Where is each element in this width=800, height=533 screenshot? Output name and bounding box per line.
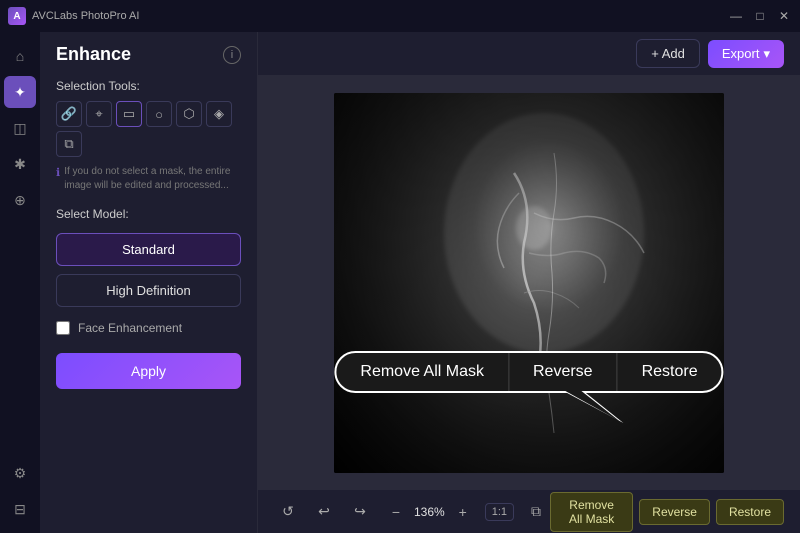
sidebar-item-sliders[interactable]: ⊟ <box>4 493 36 525</box>
selection-tools-label: Selection Tools: <box>40 73 257 97</box>
titlebar: A AVCLabs PhotoPro AI — □ ✕ <box>0 0 800 32</box>
callout-bubble: Remove All Mask Reverse Restore <box>334 351 723 393</box>
bottom-right-actions: Remove All Mask Reverse Restore <box>550 492 784 532</box>
callout-remove-all-mask[interactable]: Remove All Mask <box>336 353 509 391</box>
panel-header: Enhance i <box>40 32 257 73</box>
apply-button[interactable]: Apply <box>56 353 241 389</box>
callout-pointer <box>564 391 644 426</box>
fit-screen-icon[interactable]: ⧉ <box>522 498 550 526</box>
canvas-area: Remove All Mask Reverse Restore <box>258 76 800 489</box>
model-label: Select Model: <box>40 201 257 229</box>
image-container: Remove All Mask Reverse Restore <box>334 93 724 473</box>
export-button[interactable]: Export ▾ <box>708 40 784 68</box>
tools-row: 🔗 ⌖ ▭ ○ ⬡ ◈ ⧉ <box>40 97 257 161</box>
callout-overlay: Remove All Mask Reverse Restore <box>334 351 723 393</box>
rotate-icon[interactable]: ↺ <box>274 498 302 526</box>
eraser-tool-btn[interactable]: ◈ <box>206 101 232 127</box>
bottom-remove-all-mask-btn[interactable]: Remove All Mask <box>550 492 633 532</box>
app-title: AVCLabs PhotoPro AI <box>32 10 139 22</box>
one-to-one-btn[interactable]: 1:1 <box>485 503 514 521</box>
hex-tool-btn[interactable]: ⬡ <box>176 101 202 127</box>
zoom-value: 136% <box>414 505 445 519</box>
hint-text-container: ℹ If you do not select a mask, the entir… <box>40 161 257 201</box>
sidebar-item-layers[interactable]: ◫ <box>4 112 36 144</box>
sidebar-item-home[interactable]: ⌂ <box>4 40 36 72</box>
image-inner <box>334 93 724 473</box>
high-definition-model-btn[interactable]: High Definition <box>56 274 241 307</box>
sidebar-item-enhance[interactable]: ✦ <box>4 76 36 108</box>
callout-restore[interactable]: Restore <box>618 353 722 391</box>
sidebar-item-settings[interactable]: ⚙ <box>4 457 36 489</box>
circle-tool-btn[interactable]: ○ <box>146 101 172 127</box>
sidebar-item-star[interactable]: ✱ <box>4 148 36 180</box>
standard-model-btn[interactable]: Standard <box>56 233 241 266</box>
left-panel: Enhance i Selection Tools: 🔗 ⌖ ▭ ○ ⬡ ◈ ⧉… <box>40 32 258 533</box>
lasso-tool-btn[interactable]: ⌖ <box>86 101 112 127</box>
maximize-btn[interactable]: □ <box>752 8 768 24</box>
zoom-out-icon[interactable]: − <box>382 498 410 526</box>
minimize-btn[interactable]: — <box>728 8 744 24</box>
app-logo: A <box>8 7 26 25</box>
link-tool-btn[interactable]: 🔗 <box>56 101 82 127</box>
add-button[interactable]: + Add <box>636 39 700 68</box>
top-toolbar: + Add Export ▾ <box>258 32 800 76</box>
hint-text: If you do not select a mask, the entire … <box>64 165 241 193</box>
bottom-left-tools: ↺ ↩ ↪ − 136% + 1:1 ⧉ <box>274 498 550 526</box>
face-enhancement-row: Face Enhancement <box>40 311 257 345</box>
titlebar-controls: — □ ✕ <box>728 8 792 24</box>
bottom-toolbar: ↺ ↩ ↪ − 136% + 1:1 ⧉ Remove All Mask Rev… <box>258 489 800 533</box>
undo-icon[interactable]: ↩ <box>310 498 338 526</box>
face-enhancement-checkbox[interactable] <box>56 321 70 335</box>
rect-tool-btn[interactable]: ▭ <box>116 101 142 127</box>
panel-title: Enhance <box>56 44 131 65</box>
vessel-overlay <box>334 93 724 473</box>
content-area: + Add Export ▾ <box>258 32 800 533</box>
wand-tool-btn[interactable]: ⧉ <box>56 131 82 157</box>
redo-icon[interactable]: ↪ <box>346 498 374 526</box>
hint-icon: ℹ <box>56 166 60 181</box>
close-btn[interactable]: ✕ <box>776 8 792 24</box>
face-enhancement-label: Face Enhancement <box>78 321 182 335</box>
main-layout: ⌂ ✦ ◫ ✱ ⊕ ⚙ ⊟ Enhance i Selection Tools:… <box>0 32 800 533</box>
bottom-reverse-btn[interactable]: Reverse <box>639 499 710 525</box>
icon-sidebar: ⌂ ✦ ◫ ✱ ⊕ ⚙ ⊟ <box>0 32 40 533</box>
zoom-section: − 136% + <box>382 498 477 526</box>
callout-reverse[interactable]: Reverse <box>509 353 618 391</box>
bottom-restore-btn[interactable]: Restore <box>716 499 784 525</box>
zoom-in-icon[interactable]: + <box>449 498 477 526</box>
sidebar-item-paint[interactable]: ⊕ <box>4 184 36 216</box>
info-icon[interactable]: i <box>223 46 241 64</box>
export-chevron-icon: ▾ <box>763 46 770 62</box>
titlebar-left: A AVCLabs PhotoPro AI <box>8 7 139 25</box>
medical-image <box>334 93 724 473</box>
